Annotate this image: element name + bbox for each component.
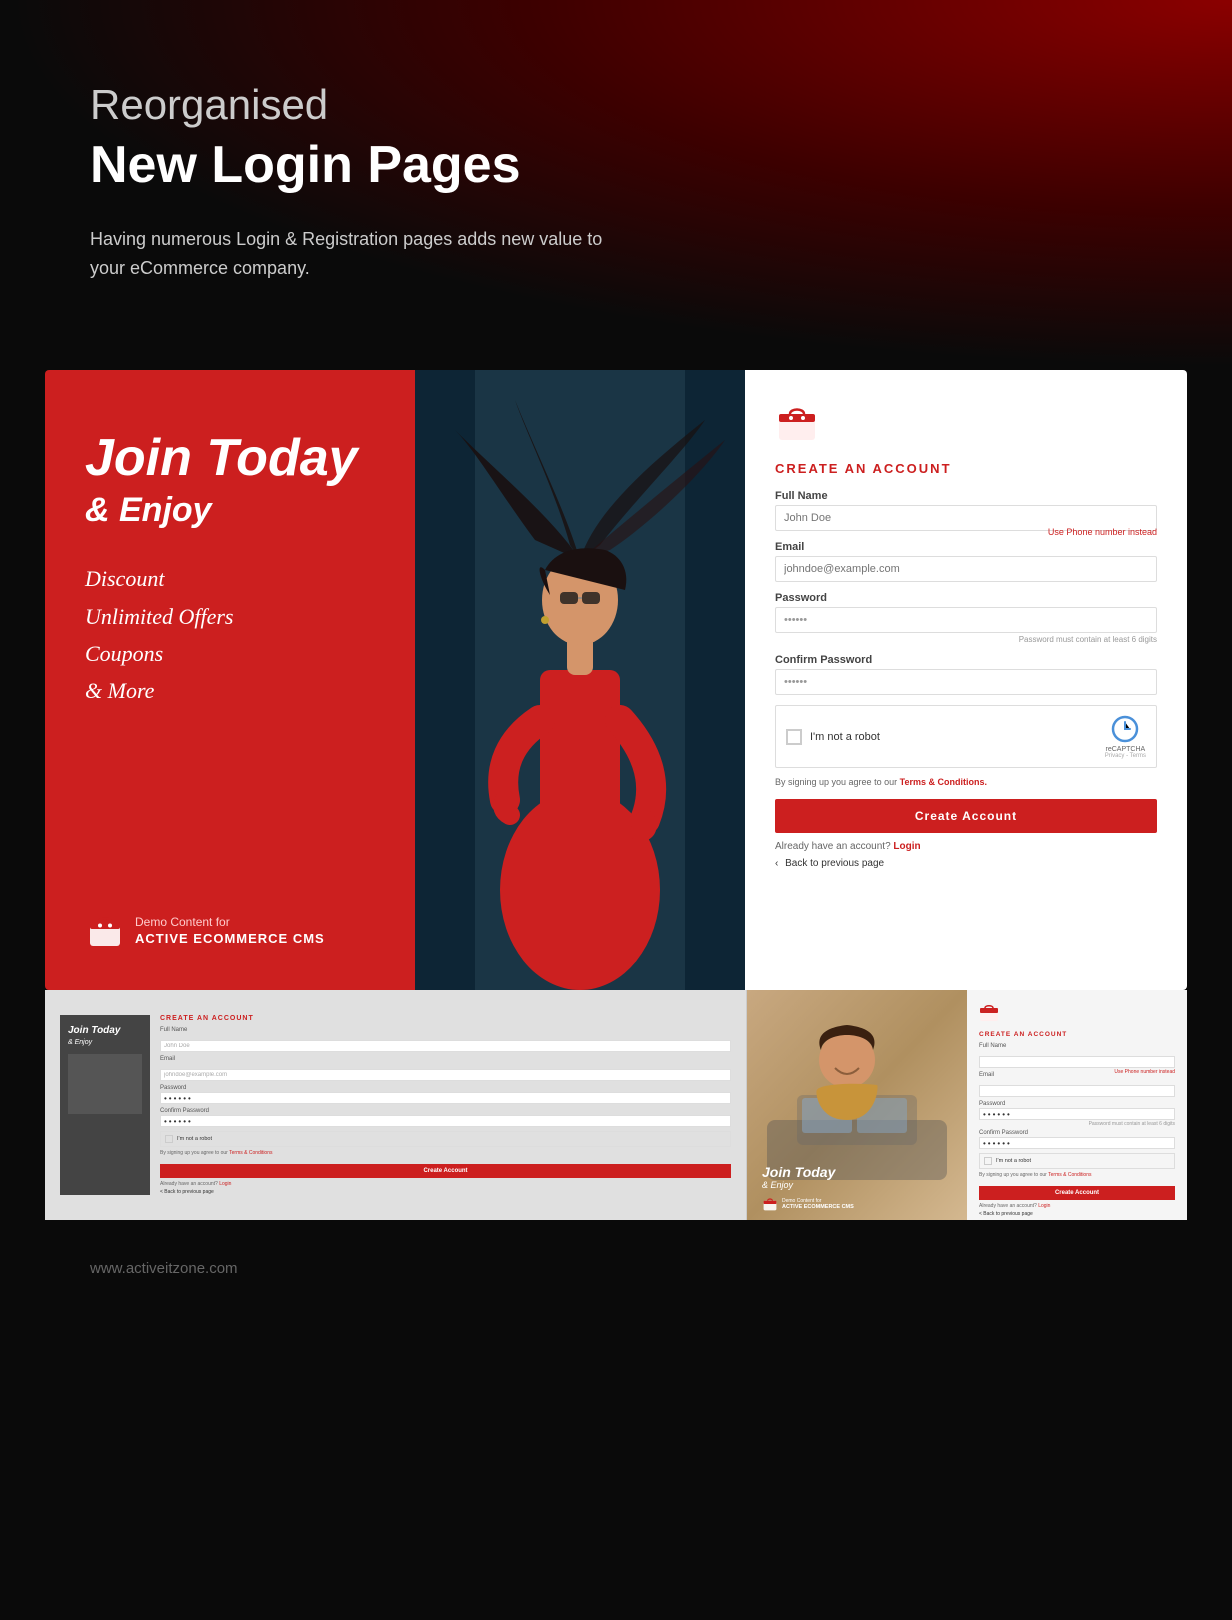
thumb-email-label: Email [160,1056,731,1062]
thumb-right-logo-icon [979,1002,999,1022]
thumb-right-email-input[interactable] [979,1085,1175,1097]
thumb-middle-brand: Demo Content for ACTIVE ECOMMERCE CMS [762,1196,854,1212]
header-section: Reorganised New Login Pages Having numer… [0,0,1232,370]
person-figure [415,370,745,990]
thumb-right-captcha-cb [984,1157,992,1165]
terms-link[interactable]: Terms & Conditions. [900,777,987,787]
thumb-pass-label: Password [160,1085,731,1091]
thumb-brand-name: ACTIVE ECOMMERCE CMS [782,1204,854,1210]
thumb-middle-bg: Join Today & Enjoy Demo Content for ACTI… [747,990,967,1220]
thumb-create-btn[interactable]: Create Account [160,1164,731,1178]
footer-url: www.activeitzone.com [90,1260,1142,1277]
thumbnails-section: Join Today & Enjoy CREATE AN ACCOUNT Ful… [45,990,1187,1220]
footer: www.activeitzone.com [0,1220,1232,1317]
thumb-inner-layout: Join Today & Enjoy CREATE AN ACCOUNT Ful… [60,1015,731,1195]
thumbnail-right: CREATE AN ACCOUNT Full Name Email Use Ph… [967,990,1187,1220]
email-label: Email [775,541,1157,553]
thumb-right-captcha-box: I'm not a robot [979,1153,1175,1169]
thumb-middle-overlay: Join Today & Enjoy [762,1165,835,1190]
captcha-checkbox[interactable] [786,729,802,745]
thumb-dark-panel: Join Today & Enjoy [60,1015,150,1195]
password-hint: Password must contain at least 6 digits [775,635,1157,644]
brand-bag-icon [85,910,125,950]
benefit-item-3: Coupons [85,635,375,672]
thumb-terms: By signing up you agree to our Terms & C… [160,1150,731,1156]
demo-label: Demo Content for [135,914,325,931]
thumb-login-row: Already have an account? Login [160,1181,731,1187]
use-phone-link[interactable]: Use Phone number instead [1048,527,1157,537]
thumb-form-title: CREATE AN ACCOUNT [160,1015,731,1022]
left-panel: Join Today & Enjoy Discount Unlimited Of… [45,370,415,990]
thumb-fname-input[interactable] [160,1040,731,1052]
join-subtitle: & Enjoy [85,491,375,530]
confirm-password-label: Confirm Password [775,654,1157,666]
password-label: Password [775,592,1157,604]
person-illustration [415,370,745,990]
thumbnail-left: Join Today & Enjoy CREATE AN ACCOUNT Ful… [45,990,747,1220]
benefit-item-2: Unlimited Offers [85,598,375,635]
thumb-join-title: Join Today [68,1025,142,1037]
password-group: Password Password must contain at least … [775,592,1157,644]
create-account-button[interactable]: Create Account [775,799,1157,833]
captcha-label: I'm not a robot [810,731,880,743]
thumb-pass-hint: Password must contain at least 6 digits [979,1121,1175,1127]
thumb-fname-label: Full Name [160,1027,731,1033]
email-input[interactable] [775,556,1157,582]
thumb-confirm-label: Confirm Password [160,1108,731,1114]
thumb-join-sub: & Enjoy [68,1039,142,1046]
password-input[interactable] [775,607,1157,633]
brand-name: ACTIVE ECOMMERCE CMS [135,931,325,946]
form-panel: CREATE AN ACCOUNT Full Name Email Use Ph… [745,370,1187,990]
captcha-row[interactable]: I'm not a robot reCAPTCHA Privacy - Term… [775,705,1157,768]
thumb-right-fname-label: Full Name [979,1043,1175,1049]
thumb-right-pass-label: Password [979,1101,1175,1107]
login-row: Already have an account? Login [775,841,1157,852]
thumbnail-middle: Join Today & Enjoy Demo Content for ACTI… [747,990,967,1220]
thumb-middle-sub: & Enjoy [762,1180,835,1190]
branding: Demo Content for ACTIVE ECOMMERCE CMS [85,910,375,950]
thumb-middle-join: Join Today [762,1165,835,1180]
middle-image-panel [415,370,745,990]
thumb-right-form-title: CREATE AN ACCOUNT [979,1031,1175,1038]
thumb-back-link[interactable]: < Back to previous page [160,1189,731,1195]
join-title: Join Today [85,430,375,487]
email-group: Email Use Phone number instead [775,541,1157,582]
thumb-right-confirm-label: Confirm Password [979,1130,1175,1136]
thumb-captcha-txt: I'm not a robot [177,1136,212,1142]
header-description: Having numerous Login & Registration pag… [90,225,610,283]
thumb-right-create-btn[interactable]: Create Account [979,1186,1175,1200]
terms-text: By signing up you agree to our Terms & C… [775,776,1157,789]
login-link[interactable]: Login [893,841,920,852]
header-subtitle: Reorganised [90,80,1142,130]
thumb-email-input[interactable] [160,1069,731,1081]
main-preview-card: Join Today & Enjoy Discount Unlimited Of… [45,370,1187,990]
full-name-group: Full Name [775,490,1157,531]
confirm-password-input[interactable] [775,669,1157,695]
benefit-item-1: Discount [85,560,375,597]
confirm-password-group: Confirm Password [775,654,1157,695]
thumb-captcha-box: I'm not a robot [160,1131,731,1147]
form-logo-icon [775,400,819,444]
thumb-form-side: CREATE AN ACCOUNT Full Name Email Passwo… [160,1015,731,1195]
recaptcha-logo: reCAPTCHA Privacy - Terms [1105,714,1146,759]
thumb-brand-bag-icon [762,1196,778,1212]
back-link[interactable]: ‹ Back to previous page [775,858,1157,869]
thumb-right-terms: By signing up you agree to our Terms & C… [979,1172,1175,1178]
form-create-account-title: CREATE AN ACCOUNT [775,461,1157,476]
thumb-right-captcha-txt: I'm not a robot [996,1158,1031,1164]
thumb-right-back-link[interactable]: < Back to previous page [979,1211,1175,1217]
header-title: New Login Pages [90,134,1142,196]
benefits-list: Discount Unlimited Offers Coupons & More [85,560,375,710]
benefit-item-4: & More [85,672,375,709]
full-name-label: Full Name [775,490,1157,502]
thumb-right-fname-input[interactable] [979,1056,1175,1068]
thumb-right-login-row: Already have an account? Login [979,1203,1175,1209]
thumb-captcha-cb [165,1135,173,1143]
thumb-use-phone-text: Use Phone number instead [1114,1069,1175,1075]
